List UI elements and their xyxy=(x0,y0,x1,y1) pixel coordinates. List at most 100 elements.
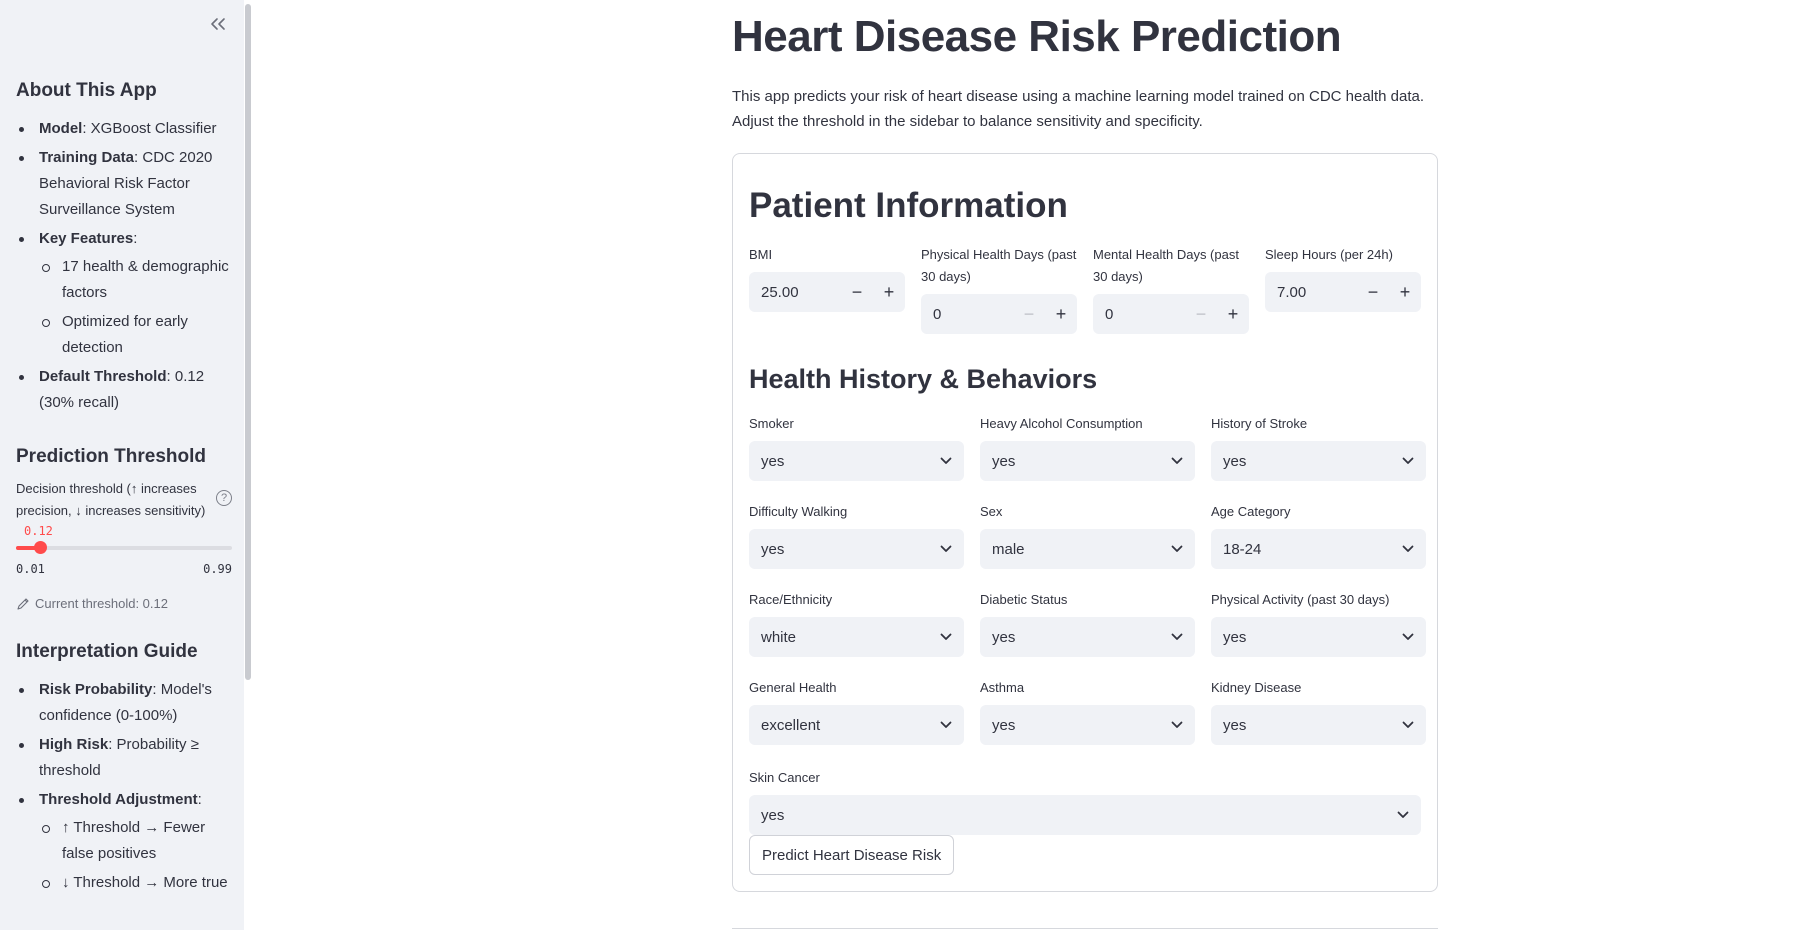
page-title: Heart Disease Risk Prediction xyxy=(732,12,1342,61)
field-label: Heavy Alcohol Consumption xyxy=(980,416,1143,431)
patient-info-heading: Patient Information xyxy=(749,186,1068,225)
slider-max: 0.99 xyxy=(203,562,232,576)
slider-range: 0.01 0.99 xyxy=(16,562,232,576)
slider-min: 0.01 xyxy=(16,562,45,576)
question-circle-icon[interactable]: ? xyxy=(216,490,232,506)
number-value[interactable]: 0 xyxy=(1093,306,1185,323)
select-box[interactable]: male xyxy=(980,529,1195,569)
select-box[interactable]: yes xyxy=(1211,441,1426,481)
increment-button[interactable]: + xyxy=(1217,294,1249,334)
select-field: Physical Activity (past 30 days) yes xyxy=(1211,589,1426,657)
about-heading: About This App xyxy=(16,80,157,101)
increment-button[interactable]: + xyxy=(1045,294,1077,334)
list-item: ↓ Threshold → More true xyxy=(39,870,234,896)
select-value: yes xyxy=(992,716,1016,734)
list-item: Threshold Adjustment: ↑ Threshold → Fewe… xyxy=(16,787,234,896)
collapse-sidebar-button[interactable] xyxy=(206,12,230,36)
select-field: Sex male xyxy=(980,501,1195,569)
threshold-heading: Prediction Threshold xyxy=(16,446,207,467)
threshold-slider[interactable] xyxy=(16,541,232,554)
field-label: Skin Cancer xyxy=(749,770,820,785)
select-box[interactable]: 18-24 xyxy=(1211,529,1426,569)
select-value: yes xyxy=(761,452,785,470)
chevron-down-icon xyxy=(1402,633,1414,640)
number-input[interactable]: 25.00 − + xyxy=(749,272,905,312)
field-label: Age Category xyxy=(1211,504,1291,519)
select-box[interactable]: yes xyxy=(749,529,964,569)
select-box[interactable]: yes xyxy=(980,617,1195,657)
predict-button[interactable]: Predict Heart Disease Risk xyxy=(749,835,955,875)
field-label: Smoker xyxy=(749,416,794,431)
select-box[interactable]: yes xyxy=(1211,705,1426,745)
field-label: Diabetic Status xyxy=(980,592,1068,607)
number-input[interactable]: 0 − + xyxy=(921,294,1077,334)
decrement-button[interactable]: − xyxy=(1185,294,1217,334)
chevron-down-icon xyxy=(1171,633,1183,640)
sleep-hours-field: Sleep Hours (per 24h) 7.00 − + xyxy=(1265,244,1421,334)
number-value[interactable]: 25.00 xyxy=(749,284,841,301)
field-label: Race/Ethnicity xyxy=(749,592,833,607)
select-grid: Smoker yes Heavy Alcohol Consumption yes His… xyxy=(749,413,1426,745)
select-box[interactable]: yes xyxy=(749,795,1421,835)
list-item: Key Features: 17 health & demographic fa… xyxy=(16,226,234,361)
chevron-down-icon xyxy=(940,721,952,728)
field-label: Physical Activity (past 30 days) xyxy=(1211,592,1390,607)
number-input[interactable]: 7.00 − + xyxy=(1265,272,1421,312)
increment-button[interactable]: + xyxy=(1389,272,1421,312)
chevron-down-icon xyxy=(1402,457,1414,464)
number-value[interactable]: 7.00 xyxy=(1265,284,1357,301)
select-field: Age Category 18-24 xyxy=(1211,501,1426,569)
select-field: Race/Ethnicity white xyxy=(749,589,964,657)
slider-thumb[interactable] xyxy=(33,541,47,554)
double-chevron-left-icon xyxy=(211,18,225,30)
select-field: Diabetic Status yes xyxy=(980,589,1195,657)
field-label: General Health xyxy=(749,680,837,695)
decrement-button[interactable]: − xyxy=(841,272,873,312)
patient-form: Patient Information BMI 25.00 − + Physic… xyxy=(732,153,1438,892)
chevron-down-icon xyxy=(1402,545,1414,552)
divider xyxy=(732,928,1438,929)
field-label: BMI xyxy=(749,247,773,262)
field-label: Sleep Hours (per 24h) xyxy=(1265,247,1393,262)
chevron-down-icon xyxy=(1171,545,1183,552)
number-input[interactable]: 0 − + xyxy=(1093,294,1249,334)
about-list: Model: XGBoost Classifier Training Data:… xyxy=(16,116,234,416)
select-value: excellent xyxy=(761,716,821,734)
threshold-caption: Current threshold: 0.12 xyxy=(16,596,234,611)
select-field: Heavy Alcohol Consumption yes xyxy=(980,413,1195,481)
select-box[interactable]: yes xyxy=(749,441,964,481)
scrollbar-thumb[interactable] xyxy=(245,4,251,680)
decrement-button[interactable]: − xyxy=(1013,294,1045,334)
list-item: Risk Probability: Model's confidence (0-… xyxy=(16,677,234,729)
select-box[interactable]: yes xyxy=(980,705,1195,745)
decrement-button[interactable]: − xyxy=(1357,272,1389,312)
bmi-field: BMI 25.00 − + xyxy=(749,244,905,334)
field-label: Mental Health Days (past 30 days) xyxy=(1093,247,1239,284)
mental-health-days-field: Mental Health Days (past 30 days) 0 − + xyxy=(1093,244,1249,334)
physical-health-days-field: Physical Health Days (past 30 days) 0 − … xyxy=(921,244,1077,334)
chevron-down-icon xyxy=(1402,721,1414,728)
increment-button[interactable]: + xyxy=(873,272,905,312)
select-value: yes xyxy=(992,628,1016,646)
select-value: yes xyxy=(761,540,785,558)
slider-label: Decision threshold (↑ increases precisio… xyxy=(16,481,206,518)
health-history-heading: Health History & Behaviors xyxy=(749,364,1098,394)
number-value[interactable]: 0 xyxy=(921,306,1013,323)
select-box[interactable]: yes xyxy=(980,441,1195,481)
list-item: Model: XGBoost Classifier xyxy=(16,116,234,142)
list-item: High Risk: Probability ≥ threshold xyxy=(16,732,234,784)
select-field: Smoker yes xyxy=(749,413,964,481)
field-label: Physical Health Days (past 30 days) xyxy=(921,247,1077,284)
select-box[interactable]: white xyxy=(749,617,964,657)
sidebar-scrollbar[interactable] xyxy=(244,0,252,930)
select-box[interactable]: excellent xyxy=(749,705,964,745)
skin-cancer-field: Skin Cancer yes xyxy=(749,767,1421,835)
select-field: Kidney Disease yes xyxy=(1211,677,1426,745)
chevron-down-icon xyxy=(940,545,952,552)
select-value: yes xyxy=(1223,452,1247,470)
select-box[interactable]: yes xyxy=(1211,617,1426,657)
chevron-down-icon xyxy=(1171,721,1183,728)
field-label: Sex xyxy=(980,504,1003,519)
field-label: Kidney Disease xyxy=(1211,680,1302,695)
select-value: white xyxy=(761,628,797,646)
